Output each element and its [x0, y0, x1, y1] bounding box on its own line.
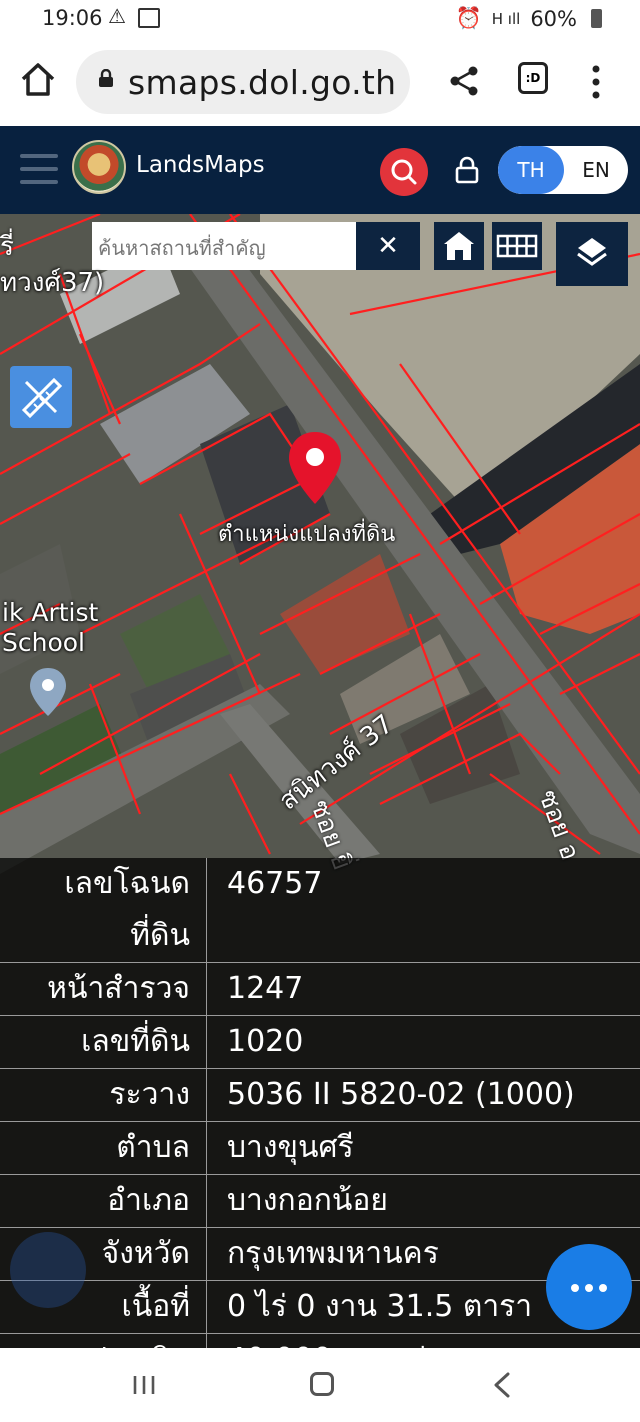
grid-icon [496, 234, 538, 258]
image-notification-icon [138, 8, 160, 28]
table-row: อำเภอ บางกอกน้อย [0, 1174, 640, 1228]
system-nav-bar [0, 1348, 640, 1422]
more-options-fab[interactable] [546, 1244, 632, 1330]
poi-marker-icon[interactable] [28, 666, 68, 718]
home-icon[interactable] [18, 60, 58, 100]
parcel-info-panel: เลขโฉนด ที่ดิน 46757 หน้าสำรวจ 1247 เลขท… [0, 858, 640, 1348]
home-map-button[interactable] [434, 222, 484, 270]
grid-button[interactable] [492, 222, 542, 270]
login-lock-icon[interactable] [454, 156, 480, 184]
field-value: บางขุนศรี [206, 1121, 640, 1175]
language-toggle: TH EN [498, 146, 628, 194]
field-label: ตำบล [0, 1121, 207, 1175]
status-time: 19:06 [42, 6, 103, 30]
alarm-icon: ⏰ [455, 6, 482, 30]
field-label: หน้าสำรวจ [0, 962, 207, 1016]
field-value: 1247 [206, 962, 640, 1016]
dol-logo [72, 140, 126, 194]
map-view[interactable]: ค้นหาสถานที่สำคัญ ✕ ทวงศ์37) รี่ ตำแหน่ง… [0, 214, 640, 1348]
share-icon[interactable] [448, 64, 482, 98]
signal-icon: H ıll [491, 9, 521, 28]
table-row: เลขโฉนด ที่ดิน 46757 [0, 858, 640, 963]
parcel-info-table: เลขโฉนด ที่ดิน 46757 หน้าสำรวจ 1247 เลขท… [0, 858, 640, 1348]
status-right: ⏰ H ıll 60% [456, 6, 602, 31]
field-label: เลขที่ดิน [0, 1015, 207, 1069]
app-header: LandsMaps TH EN [0, 126, 640, 214]
measure-button[interactable] [10, 366, 72, 428]
table-row: เนื้อที่ 0 ไร่ 0 งาน 31.5 ตารา [0, 1280, 640, 1334]
house-icon [444, 232, 474, 260]
layers-icon [577, 238, 607, 266]
nav-home-icon[interactable] [310, 1372, 334, 1396]
field-label-line1: เลขโฉนด [64, 866, 190, 901]
field-value: 5036 II 5820-02 (1000) [206, 1068, 640, 1122]
status-bar: 19:06 ⚠ ⏰ H ıll 60% [0, 0, 640, 38]
hamburger-menu-icon[interactable] [20, 154, 58, 184]
field-value: บางกอกน้อย [206, 1174, 640, 1228]
battery-level: 60% [530, 6, 577, 31]
lang-en-button[interactable]: EN [564, 146, 628, 194]
field-label: ราคาประเมิน [0, 1333, 207, 1348]
search-icon [391, 159, 417, 185]
field-label: อำเภอ [0, 1174, 207, 1228]
school-label-line2: School [2, 628, 85, 657]
nav-back-icon[interactable] [492, 1372, 512, 1398]
tabs-button[interactable]: :D [518, 62, 548, 94]
battery-icon [591, 9, 602, 28]
layers-button[interactable] [556, 222, 628, 286]
field-label: เลขโฉนด ที่ดิน [0, 858, 207, 963]
field-value: 1020 [206, 1015, 640, 1069]
parcel-pin-icon[interactable] [286, 430, 344, 506]
field-value: 40,000 บาท ต่อ ตร.วา [206, 1333, 640, 1348]
browser-toolbar: smaps.dol.go.th :D [0, 38, 640, 126]
search-placeholder: ค้นหาสถานที่สำคัญ [98, 236, 266, 260]
field-label: ระวาง [0, 1068, 207, 1122]
search-clear-button[interactable]: ✕ [356, 222, 420, 270]
field-label-line2: ที่ดิน [130, 918, 190, 953]
app-brand: LandsMaps [136, 152, 265, 178]
table-row: ระวาง 5036 II 5820-02 (1000) [0, 1068, 640, 1122]
school-label: ik Artist School [2, 598, 98, 658]
recent-apps-icon[interactable] [132, 1374, 156, 1396]
lock-icon [99, 69, 113, 87]
url-field[interactable]: smaps.dol.go.th [76, 50, 410, 114]
info-icon[interactable] [10, 1232, 86, 1308]
school-label-line1: ik Artist [2, 598, 99, 627]
url-text: smaps.dol.go.th [128, 63, 397, 102]
road-label-top: รี่ [0, 232, 14, 262]
lang-th-button[interactable]: TH [498, 146, 564, 194]
place-search-input[interactable]: ค้นหาสถานที่สำคัญ [92, 222, 356, 270]
pin-label: ตำแหน่งแปลงที่ดิน [218, 522, 396, 547]
warning-icon: ⚠ [108, 4, 126, 28]
road-label: ทวงศ์37) [0, 268, 105, 298]
search-button[interactable] [380, 148, 428, 196]
more-vert-icon[interactable] [588, 64, 604, 100]
table-row: ตำบล บางขุนศรี [0, 1121, 640, 1175]
table-row: เลขที่ดิน 1020 [0, 1015, 640, 1069]
table-row: จังหวัด กรุงเทพมหานคร [0, 1227, 640, 1281]
field-value: 46757 [206, 858, 640, 963]
table-row: หน้าสำรวจ 1247 [0, 962, 640, 1016]
table-row: ราคาประเมิน 40,000 บาท ต่อ ตร.วา [0, 1333, 640, 1348]
ruler-pencil-icon [21, 377, 63, 419]
